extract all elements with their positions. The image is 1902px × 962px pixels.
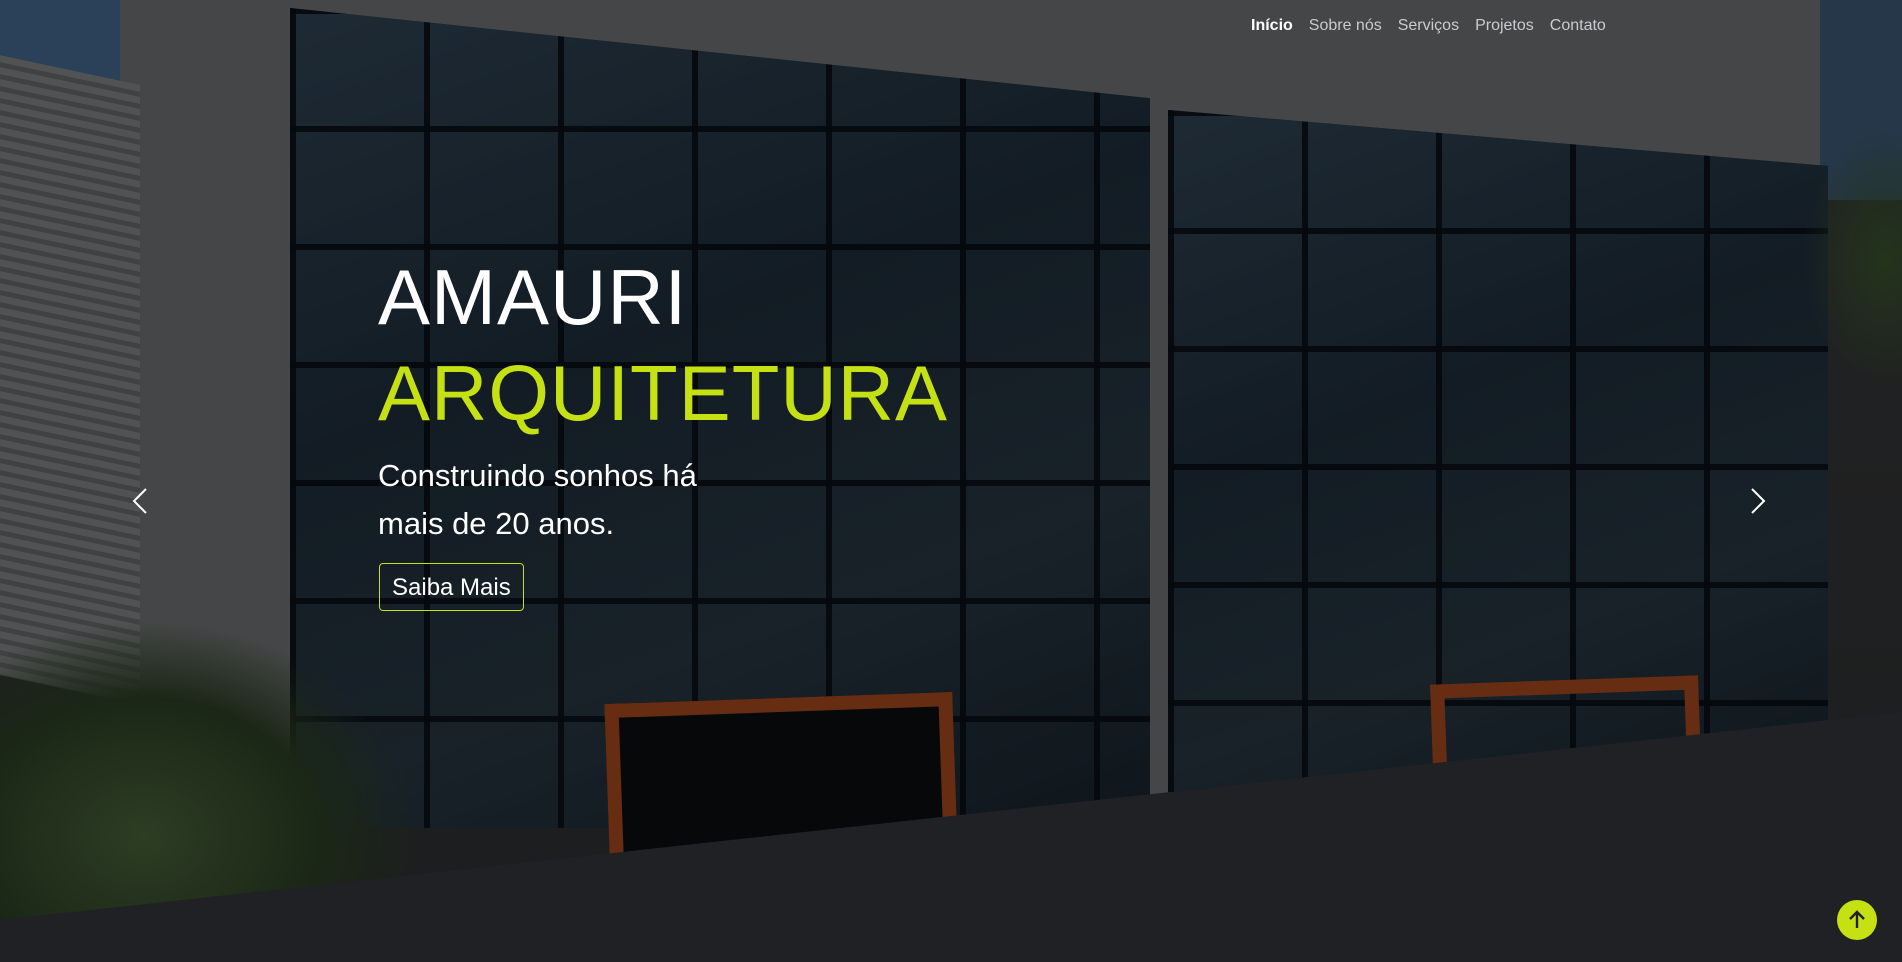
nav-item-contato[interactable]: Contato (1550, 17, 1606, 35)
carousel-next-button[interactable] (1742, 486, 1772, 516)
nav-item-sobre-nos[interactable]: Sobre nós (1309, 17, 1382, 35)
saiba-mais-button[interactable]: Saiba Mais (379, 563, 524, 611)
carousel-prev-button[interactable] (126, 486, 156, 516)
chevron-left-icon (132, 488, 147, 514)
hero-title-line1: AMAURI (378, 253, 688, 341)
hero-subtitle: Construindo sonhos há mais de 20 anos. (378, 458, 697, 541)
hero-title-line2: ARQUITETURA (378, 349, 949, 437)
nav-item-servicos[interactable]: Serviços (1398, 17, 1459, 35)
nav-item-inicio[interactable]: Início (1251, 17, 1293, 35)
back-to-top-button[interactable] (1837, 900, 1877, 940)
chevron-right-icon (1751, 488, 1766, 514)
nav-item-projetos[interactable]: Projetos (1475, 17, 1534, 35)
hero-carousel (0, 0, 1902, 962)
arrow-up-icon (1849, 910, 1865, 928)
main-nav: Início Sobre nós Serviços Projetos Conta… (1251, 17, 1622, 35)
